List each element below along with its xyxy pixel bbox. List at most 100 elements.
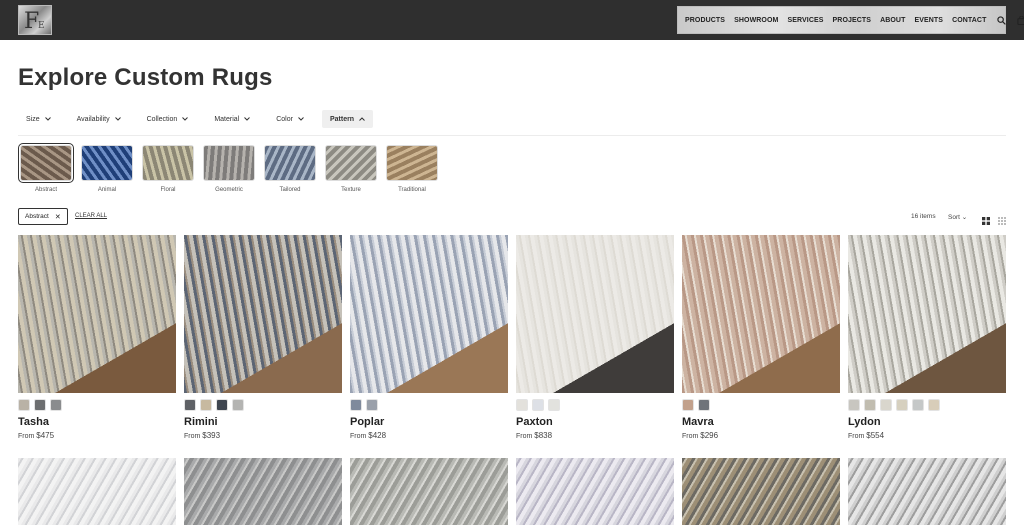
- filter-pattern[interactable]: Pattern: [321, 110, 374, 128]
- color-swatch[interactable]: [698, 399, 710, 411]
- product-image[interactable]: [516, 235, 674, 393]
- compact-grid-view-icon[interactable]: [998, 212, 1006, 225]
- color-swatch[interactable]: [912, 399, 924, 411]
- product-name[interactable]: Tasha: [18, 416, 176, 428]
- nav-about[interactable]: ABOUT: [880, 17, 905, 24]
- nav-services[interactable]: SERVICES: [787, 17, 823, 24]
- pattern-options: Abstract Animal Floral Geometric Tailored Tex…: [18, 143, 447, 193]
- price-amount: $296: [700, 431, 719, 440]
- product-card[interactable]: [682, 458, 840, 525]
- color-swatches: [516, 399, 674, 411]
- pattern-label: Texture: [341, 187, 361, 193]
- pattern-option-traditional[interactable]: Traditional: [386, 145, 438, 193]
- product-image[interactable]: [682, 235, 840, 393]
- top-bar: F E PRODUCTS SHOWROOM SERVICES PROJECTS …: [0, 0, 1024, 40]
- product-image[interactable]: [848, 235, 1006, 393]
- clear-all-link[interactable]: CLEAR ALL: [75, 213, 107, 219]
- close-icon[interactable]: ✕: [55, 213, 61, 221]
- product-card[interactable]: Poplar From $428: [350, 235, 508, 440]
- color-swatch[interactable]: [532, 399, 544, 411]
- nav-contact[interactable]: CONTACT: [952, 17, 986, 24]
- product-card[interactable]: [350, 458, 508, 525]
- nav-events[interactable]: EVENTS: [914, 17, 943, 24]
- product-image[interactable]: [848, 458, 1006, 525]
- color-swatch[interactable]: [548, 399, 560, 411]
- filter-availability[interactable]: Availability: [69, 110, 129, 128]
- product-image[interactable]: [18, 235, 176, 393]
- product-card[interactable]: Paxton From $838: [516, 235, 674, 440]
- pattern-option-tailored[interactable]: Tailored: [264, 145, 316, 193]
- filter-collection[interactable]: Collection: [139, 110, 197, 128]
- cart-icon[interactable]: [1017, 15, 1024, 25]
- nav-products[interactable]: PRODUCTS: [685, 17, 725, 24]
- product-name[interactable]: Rimini: [184, 416, 342, 428]
- pattern-option-geometric[interactable]: Geometric: [203, 145, 255, 193]
- pattern-option-texture[interactable]: Texture: [325, 145, 377, 193]
- nav-showroom[interactable]: SHOWROOM: [734, 17, 778, 24]
- color-swatch[interactable]: [516, 399, 528, 411]
- filter-color[interactable]: Color: [268, 110, 312, 128]
- chevron-down-icon: [298, 116, 304, 123]
- product-image[interactable]: [350, 458, 508, 525]
- product-image[interactable]: [350, 235, 508, 393]
- pattern-label: Tailored: [279, 187, 301, 193]
- product-card[interactable]: [184, 458, 342, 525]
- nav-projects[interactable]: PROJECTS: [833, 17, 872, 24]
- color-swatch[interactable]: [864, 399, 876, 411]
- search-icon[interactable]: [997, 15, 1007, 25]
- filter-material[interactable]: Material: [206, 110, 258, 128]
- color-swatch[interactable]: [184, 399, 196, 411]
- color-swatch[interactable]: [50, 399, 62, 411]
- product-image[interactable]: [516, 458, 674, 525]
- filter-size[interactable]: Size: [18, 110, 59, 128]
- product-image[interactable]: [184, 235, 342, 393]
- filter-label: Color: [276, 115, 293, 123]
- color-swatch[interactable]: [34, 399, 46, 411]
- product-card[interactable]: [18, 458, 176, 525]
- grid-view-icon[interactable]: [982, 212, 990, 225]
- product-image[interactable]: [682, 458, 840, 525]
- product-name[interactable]: Mavra: [682, 416, 840, 428]
- color-swatch[interactable]: [928, 399, 940, 411]
- color-swatch[interactable]: [216, 399, 228, 411]
- chevron-down-icon: [182, 116, 189, 123]
- pattern-swatch-image: [142, 145, 194, 181]
- filter-label: Pattern: [329, 115, 355, 123]
- product-card[interactable]: [848, 458, 1006, 525]
- pattern-option-animal[interactable]: Animal: [81, 145, 133, 193]
- pattern-option-floral[interactable]: Floral: [142, 145, 194, 193]
- filter-bar: Size Availability Collection Material Co…: [18, 110, 383, 128]
- pattern-swatch-image: [386, 145, 438, 181]
- product-name[interactable]: Lydon: [848, 416, 1006, 428]
- active-filter-chip[interactable]: Abstract ✕: [18, 208, 68, 225]
- product-name[interactable]: Poplar: [350, 416, 508, 428]
- color-swatch[interactable]: [18, 399, 30, 411]
- product-price: From $428: [350, 431, 508, 440]
- product-card[interactable]: Mavra From $296: [682, 235, 840, 440]
- color-swatch[interactable]: [880, 399, 892, 411]
- pattern-swatch-image: [18, 143, 74, 183]
- pattern-swatch-image: [81, 145, 133, 181]
- product-card[interactable]: Tasha From $475: [18, 235, 176, 440]
- product-name[interactable]: Paxton: [516, 416, 674, 428]
- color-swatch[interactable]: [848, 399, 860, 411]
- product-image[interactable]: [18, 458, 176, 525]
- sort-dropdown[interactable]: Sort ⌄: [948, 213, 967, 221]
- logo-letter-e: E: [38, 21, 45, 31]
- color-swatch[interactable]: [896, 399, 908, 411]
- product-card[interactable]: Rimini From $393: [184, 235, 342, 440]
- color-swatch[interactable]: [682, 399, 694, 411]
- product-image[interactable]: [184, 458, 342, 525]
- pattern-option-abstract[interactable]: Abstract: [18, 143, 74, 193]
- color-swatch[interactable]: [200, 399, 212, 411]
- product-card[interactable]: Lydon From $554: [848, 235, 1006, 440]
- brand-logo[interactable]: F E: [18, 5, 52, 35]
- color-swatch[interactable]: [350, 399, 362, 411]
- product-card[interactable]: [516, 458, 674, 525]
- color-swatches: [18, 399, 176, 411]
- color-swatch[interactable]: [232, 399, 244, 411]
- color-swatch[interactable]: [366, 399, 378, 411]
- price-amount: $838: [534, 431, 553, 440]
- filter-label: Collection: [146, 115, 178, 123]
- price-amount: $475: [36, 431, 55, 440]
